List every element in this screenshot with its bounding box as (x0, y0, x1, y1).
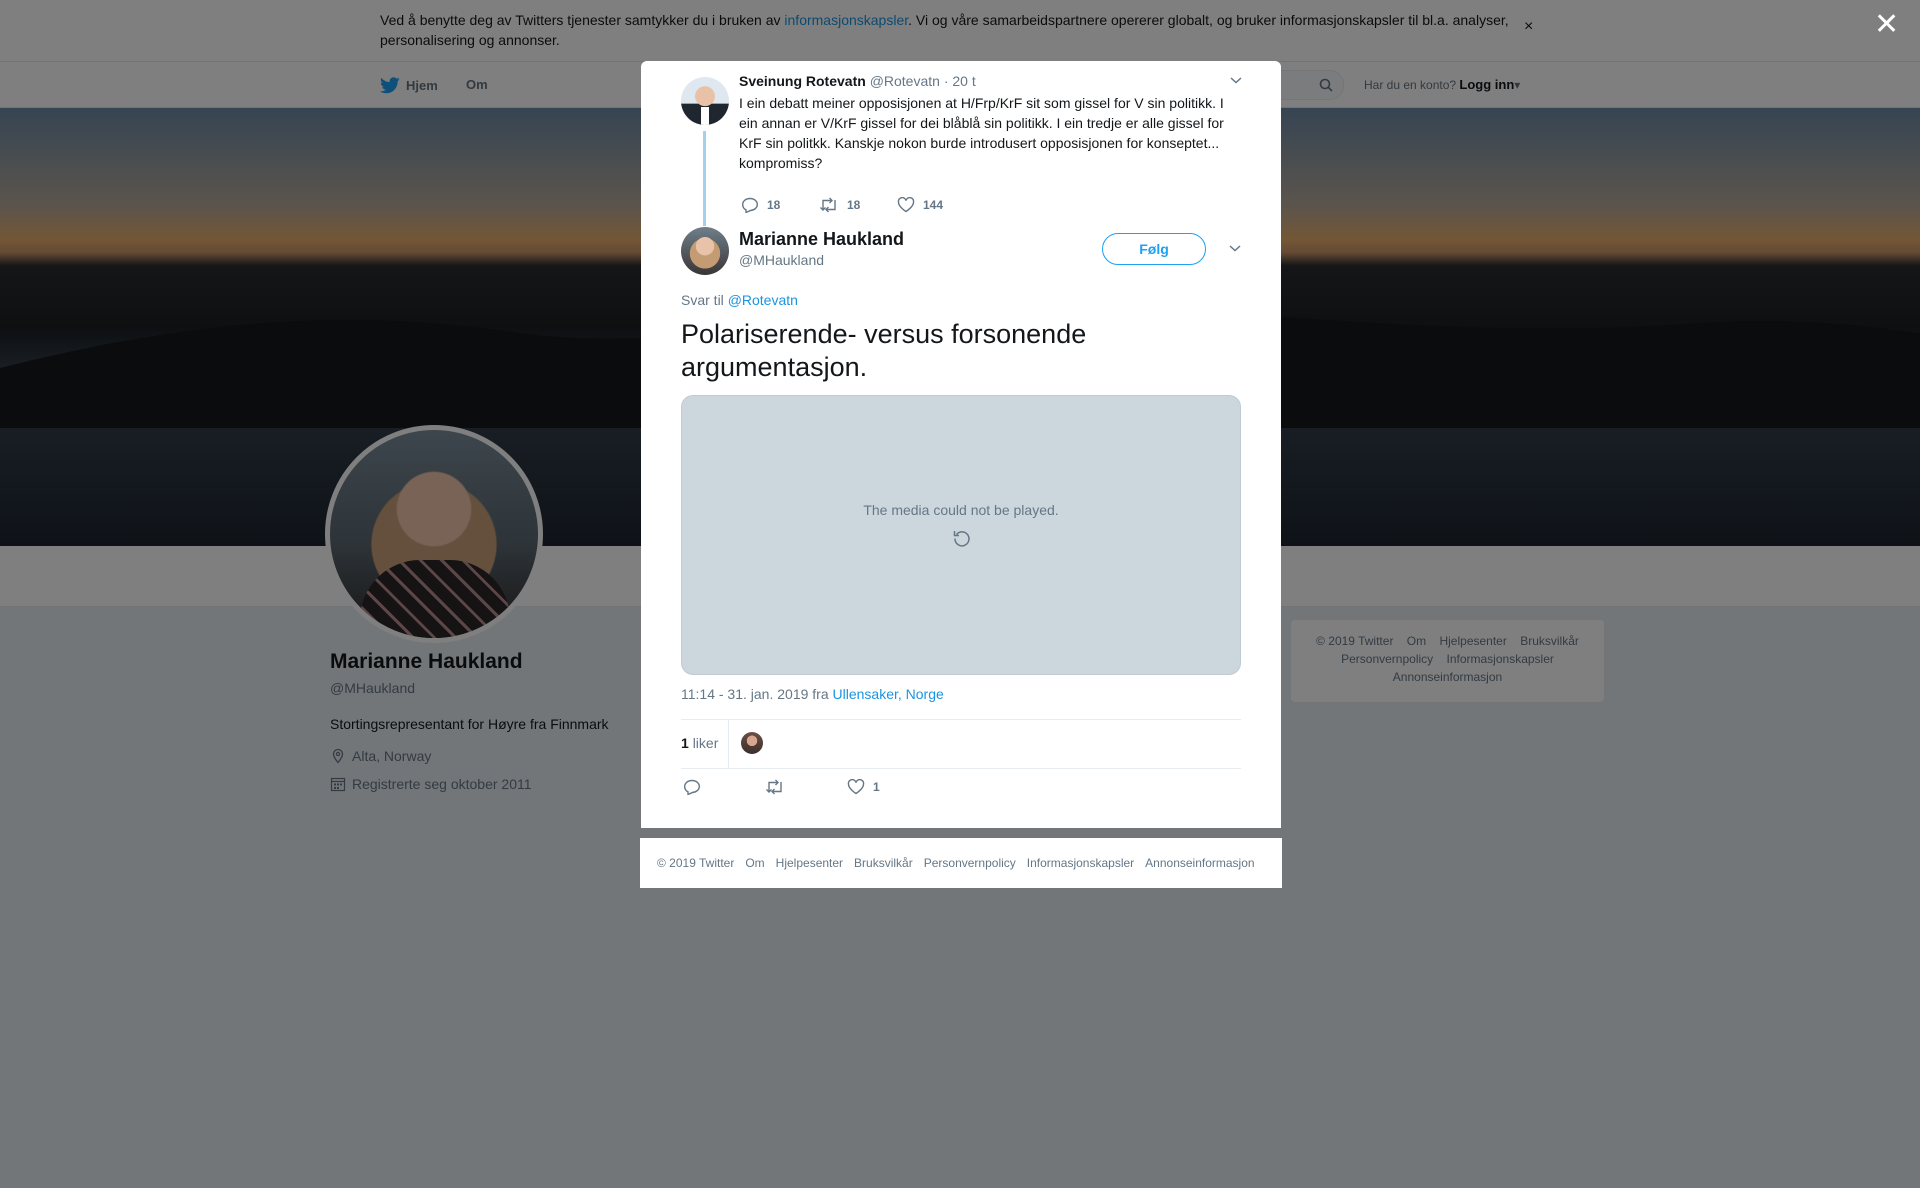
parent-author-handle[interactable]: @Rotevatn (870, 73, 940, 89)
retweet-icon (766, 779, 782, 795)
reply-icon (683, 779, 701, 795)
chevron-down-icon[interactable] (1228, 243, 1242, 253)
parent-tweet-header: Sveinung Rotevatn @Rotevatn · 20 t (739, 73, 976, 89)
modal-footer-cookies[interactable]: Informasjonskapsler (1027, 856, 1134, 870)
tweet-location-link[interactable]: Ullensaker, Norge (833, 686, 944, 702)
heart-icon (897, 197, 915, 213)
parent-author-name[interactable]: Sveinung Rotevatn (739, 73, 866, 89)
reply-prefix: Svar til (681, 292, 724, 308)
modal-footer-privacy[interactable]: Personvernpolicy (924, 856, 1016, 870)
parent-like-button[interactable]: 144 (897, 197, 975, 213)
reply-to-link[interactable]: @Rotevatn (728, 292, 798, 308)
like-button[interactable]: 1 (847, 779, 929, 795)
tweet-author-avatar[interactable] (681, 227, 729, 275)
tweet-author-handle[interactable]: @MHaukland (739, 252, 824, 268)
modal-footer-ads[interactable]: Annonseinformasjon (1145, 856, 1254, 870)
close-icon[interactable]: ✕ (1874, 10, 1899, 40)
modal-footer-terms[interactable]: Bruksvilkår (854, 856, 913, 870)
parent-tweet-avatar[interactable] (681, 77, 729, 125)
parent-tweet-actions: 18 18 144 (741, 197, 975, 213)
parent-reply-count: 18 (767, 198, 781, 212)
modal-footer: © 2019 Twitter Om Hjelpesenter Bruksvilk… (640, 838, 1282, 888)
heart-icon (847, 779, 865, 795)
tweet-stats: 1 liker (681, 719, 1241, 769)
tweet-actions: 1 (683, 779, 929, 795)
likes-count-label: liker (692, 735, 719, 751)
modal-footer-about[interactable]: Om (745, 856, 764, 870)
retweet-button[interactable] (765, 779, 847, 795)
modal-footer-help[interactable]: Hjelpesenter (776, 856, 843, 870)
parent-reply-button[interactable]: 18 (741, 197, 819, 213)
parent-tweet-time[interactable]: · 20 t (944, 73, 976, 89)
modal-footer-copyright: © 2019 Twitter (657, 856, 735, 870)
reply-context: Svar til @Rotevatn (681, 292, 798, 308)
parent-retweet-button[interactable]: 18 (819, 197, 897, 213)
tweet-timestamp[interactable]: 11:14 - 31. jan. 2019 fra (681, 686, 829, 702)
parent-retweet-count: 18 (847, 198, 861, 212)
stats-divider (728, 720, 729, 768)
parent-tweet-text: I ein debatt meiner opposisjonen at H/Fr… (739, 95, 1224, 171)
parent-like-count: 144 (923, 198, 944, 212)
thread-connector-line (703, 131, 706, 226)
media-error-message: The media could not be played. (863, 502, 1059, 518)
liker-avatar[interactable] (741, 732, 763, 754)
likes-count-number: 1 (681, 735, 689, 751)
retweet-icon (820, 197, 836, 213)
media-player[interactable]: The media could not be played. (681, 395, 1241, 675)
tweet-author-name[interactable]: Marianne Haukland (739, 229, 904, 250)
retry-icon[interactable] (952, 528, 972, 548)
like-count: 1 (873, 780, 880, 794)
chevron-down-icon[interactable] (1229, 75, 1243, 85)
likes-summary[interactable]: 1 liker (681, 735, 718, 751)
tweet-text: Polariserende- versus forsonende argumen… (681, 319, 1087, 382)
reply-icon (741, 197, 759, 213)
tweet-metadata: 11:14 - 31. jan. 2019 fra Ullensaker, No… (681, 686, 944, 702)
reply-button[interactable] (683, 779, 765, 795)
follow-button[interactable]: Følg (1102, 233, 1206, 265)
tweet-modal: Sveinung Rotevatn @Rotevatn · 20 t I ein… (641, 61, 1281, 828)
